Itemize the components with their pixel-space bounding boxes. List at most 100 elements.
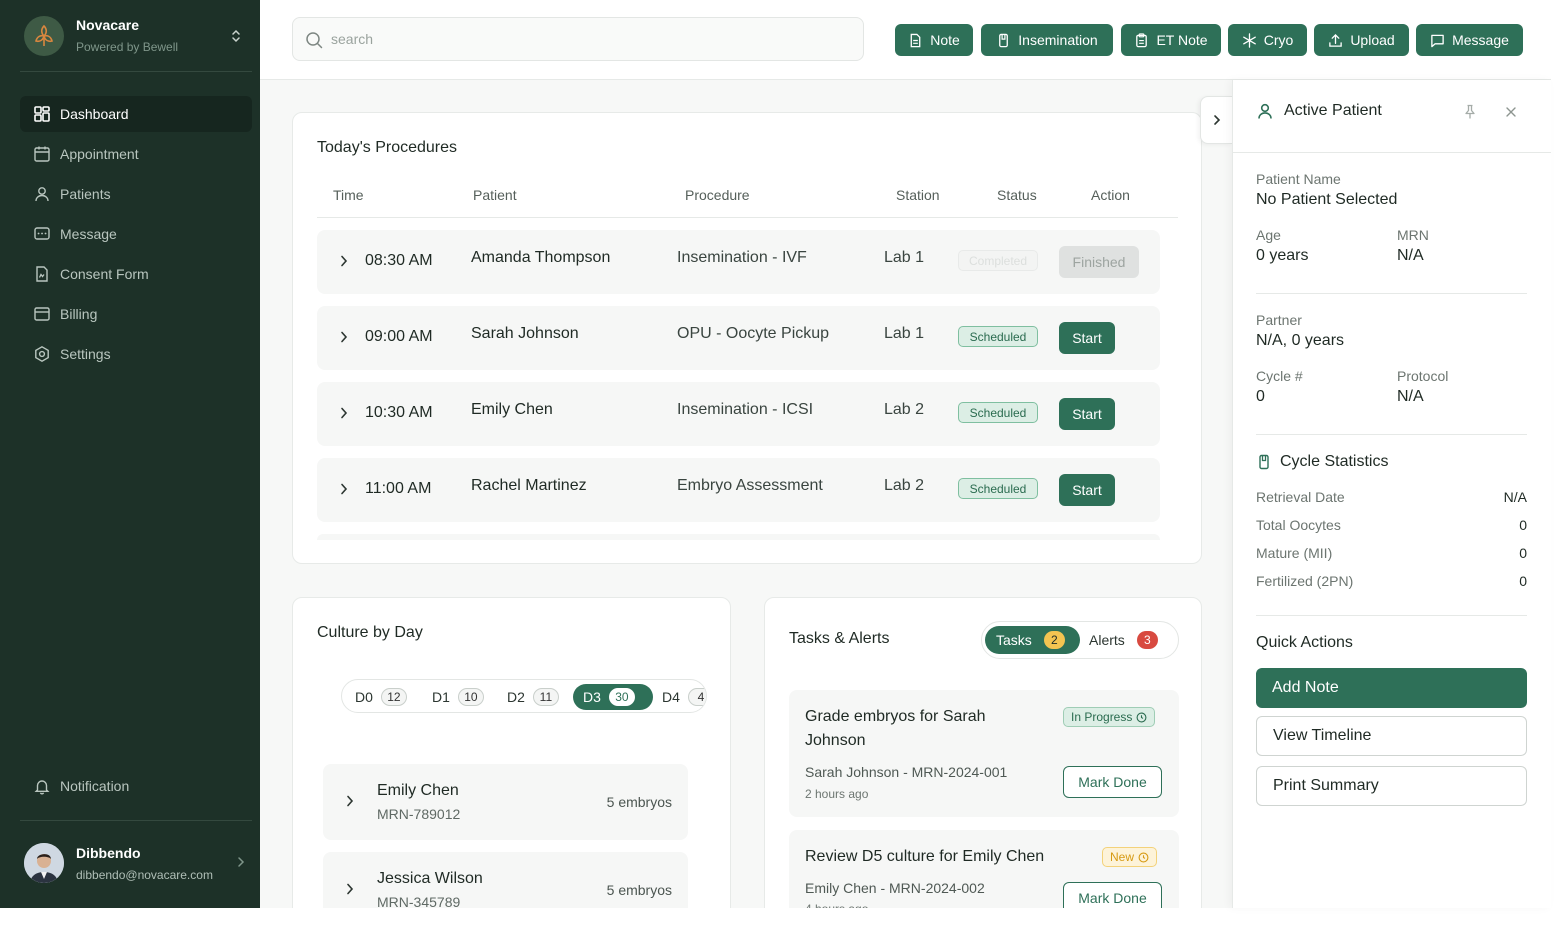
user-profile[interactable]: Dibbendo dibbendo@novacare.com (24, 843, 252, 887)
table-row[interactable]: 09:00 AM Sarah Johnson OPU - Oocyte Pick… (317, 306, 1160, 370)
sidebar-item-label: Settings (60, 346, 111, 362)
sidebar-item-patients[interactable]: Patients (20, 176, 252, 212)
sidebar-divider (20, 71, 252, 72)
list-item[interactable]: Emily Chen MRN-789012 5 embryos (323, 764, 688, 840)
status-badge-label: New (1110, 850, 1135, 864)
age-value: 0 years (1256, 247, 1309, 264)
search-input[interactable] (331, 18, 851, 60)
panel-divider (1256, 293, 1527, 294)
tab-day-d4[interactable]: D4 4 (652, 684, 706, 710)
sidebar-item-notification[interactable]: Notification (20, 768, 252, 804)
sidebar-item-billing[interactable]: Billing (20, 296, 252, 332)
message-button-label: Message (1452, 32, 1509, 48)
procedure-name: Insemination - ICSI (677, 401, 814, 418)
message-button[interactable]: Message (1416, 24, 1523, 56)
patient-name-value: No Patient Selected (1256, 191, 1398, 208)
day-label: D3 (583, 689, 601, 705)
culture-day-tabs: D0 12 D1 10 D2 11 D3 30 D4 4 (341, 679, 707, 713)
note-button-label: Note (930, 32, 960, 48)
bell-icon (34, 780, 50, 795)
document-icon (36, 266, 48, 282)
sidebar-item-consent-form[interactable]: Consent Form (20, 256, 252, 292)
tab-day-d3[interactable]: D3 30 (573, 684, 653, 710)
view-timeline-button[interactable]: View Timeline (1256, 716, 1527, 756)
table-row[interactable]: 08:30 AM Amanda Thompson Insemination - … (317, 230, 1160, 294)
chevron-right-icon[interactable] (339, 406, 349, 420)
column-header-action: Action (1091, 187, 1130, 203)
procedure-name: Embryo Assessment (677, 477, 823, 494)
add-note-button[interactable]: Add Note (1256, 668, 1527, 708)
day-label: D1 (432, 689, 450, 705)
task-title: Review D5 culture for Emily Chen (805, 848, 1045, 865)
et-note-button[interactable]: ET Note (1121, 24, 1221, 56)
status-badge-label: In Progress (1071, 710, 1133, 724)
cycle-label: Cycle # (1256, 368, 1303, 384)
patient-name-label: Patient Name (1256, 171, 1341, 187)
procedure-time: 10:30 AM (365, 404, 433, 421)
status-badge: In Progress (1063, 707, 1156, 727)
chevron-right-icon[interactable] (345, 794, 355, 808)
chevron-right-icon[interactable] (339, 330, 349, 344)
table-row[interactable]: 11:00 AM Rachel Martinez Embryo Assessme… (317, 458, 1160, 522)
cryo-button[interactable]: Cryo (1228, 24, 1307, 56)
chevron-right-icon[interactable] (339, 254, 349, 268)
task-time: 2 hours ago (805, 787, 869, 801)
day-label: D2 (507, 689, 525, 705)
mrn-value: N/A (1397, 247, 1424, 264)
procedure-patient: Sarah Johnson (471, 325, 579, 342)
day-label: D4 (662, 689, 680, 705)
tab-day-d0[interactable]: D0 12 (345, 684, 407, 710)
panel-collapse-button[interactable] (1200, 96, 1232, 144)
culture-title: Culture by Day (317, 624, 423, 641)
mark-done-button[interactable]: Mark Done (1063, 766, 1162, 798)
start-button[interactable]: Start (1059, 398, 1115, 430)
message-icon (1431, 34, 1444, 47)
panel-divider (1256, 434, 1527, 435)
chevron-right-icon[interactable] (345, 882, 355, 896)
test-tube-icon (999, 33, 1009, 47)
tab-alerts[interactable]: Alerts 3 (1089, 626, 1158, 654)
day-count: 4 (687, 688, 706, 706)
status-badge: Scheduled (958, 402, 1038, 423)
close-icon[interactable] (1505, 106, 1517, 118)
status-badge: Scheduled (958, 326, 1038, 347)
sidebar-item-label: Billing (60, 306, 98, 322)
column-header-patient: Patient (473, 187, 517, 203)
brand[interactable]: Novacare Powered by Bewell (24, 16, 244, 56)
procedure-name: Insemination - IVF (677, 249, 807, 266)
task-item: Review D5 culture for Emily Chen New Emi… (789, 830, 1179, 916)
note-button[interactable]: Note (895, 24, 973, 56)
culture-patient-mrn: MRN-789012 (377, 806, 461, 822)
upload-button[interactable]: Upload (1314, 24, 1409, 56)
insemination-button[interactable]: Insemination (981, 24, 1113, 56)
tab-day-d1[interactable]: D1 10 (422, 684, 484, 710)
chevron-right-icon[interactable] (339, 482, 349, 496)
start-button[interactable]: Start (1059, 474, 1115, 506)
tab-day-d2[interactable]: D2 11 (497, 684, 559, 710)
sidebar-item-appointment[interactable]: Appointment (20, 136, 252, 172)
chevron-updown-icon[interactable] (228, 26, 244, 46)
stat-label: Total Oocytes (1256, 517, 1341, 533)
finished-button[interactable]: Finished (1059, 246, 1139, 278)
culture-patient-name: Jessica Wilson (377, 870, 483, 887)
sidebar-item-message[interactable]: Message (20, 216, 252, 252)
test-tube-icon (1259, 454, 1269, 470)
sidebar-item-settings[interactable]: Settings (20, 336, 252, 372)
mrn-label: MRN (1397, 227, 1429, 243)
print-summary-button[interactable]: Print Summary (1256, 766, 1527, 806)
sidebar-item-label: Patients (60, 186, 111, 202)
procedure-station: Lab 1 (884, 325, 925, 342)
pin-icon[interactable] (1463, 104, 1477, 120)
tab-tasks[interactable]: Tasks 2 (985, 626, 1080, 654)
embryo-count: 5 embryos (606, 882, 672, 898)
cryo-button-label: Cryo (1263, 32, 1294, 48)
quick-actions-title: Quick Actions (1256, 634, 1353, 651)
start-button[interactable]: Start (1059, 322, 1115, 354)
sidebar-item-label: Notification (60, 778, 130, 794)
tasks-alerts-toggle: Tasks 2 Alerts 3 (981, 621, 1179, 659)
sidebar-item-dashboard[interactable]: Dashboard (20, 96, 252, 132)
column-header-time: Time (333, 187, 364, 203)
table-row[interactable]: 10:30 AM Emily Chen Insemination - ICSI … (317, 382, 1160, 446)
search-box[interactable] (292, 17, 864, 61)
chevron-right-icon[interactable] (236, 855, 246, 874)
